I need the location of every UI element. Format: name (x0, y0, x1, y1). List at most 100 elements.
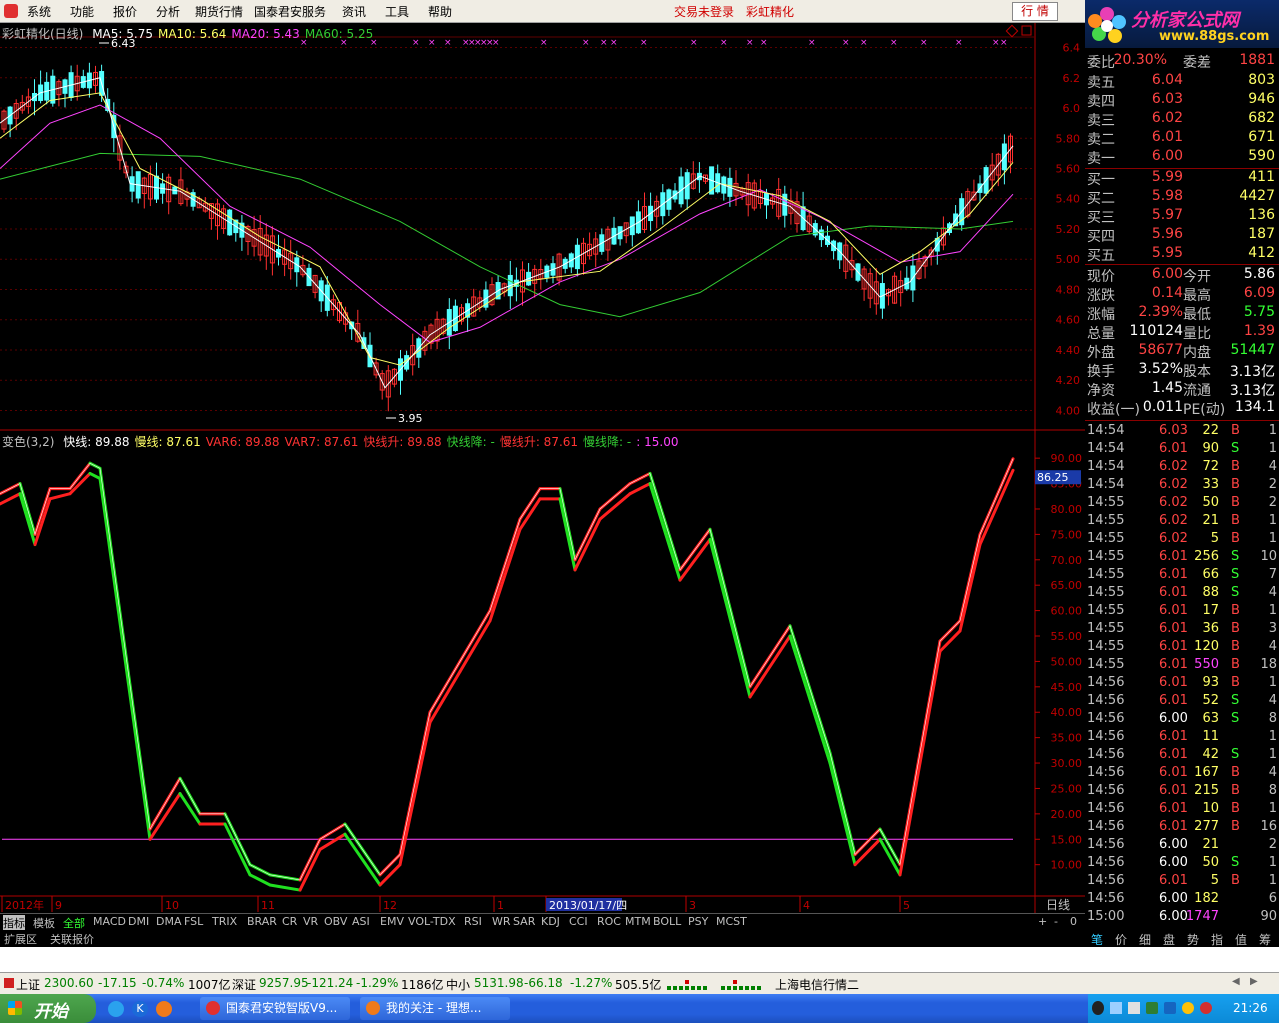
tab-dmi[interactable]: DMI (128, 915, 149, 928)
hangqing-button[interactable]: 行 情 (1012, 2, 1058, 21)
tick-row: 14:56 6.00 182 6 (1085, 891, 1279, 909)
start-button[interactable]: 开始 (0, 994, 96, 1023)
tick-count: 4 (1268, 693, 1277, 708)
x-axis-label: 4 (803, 899, 810, 912)
weibi-row: 委比 20.30% 委差 1881 (1085, 52, 1279, 71)
tray-security-icon[interactable] (1146, 1002, 1158, 1014)
tick-count: 8 (1268, 711, 1277, 726)
detail-tab[interactable]: 势 (1187, 931, 1199, 948)
menu-item-quote[interactable]: 报价 (113, 3, 137, 20)
server-name[interactable]: 上海电信行情二 (775, 976, 859, 993)
ask-row: 卖二 6.01 671 (1085, 129, 1279, 148)
tray-volume-icon[interactable] (1128, 1002, 1140, 1014)
tab-psy[interactable]: PSY (688, 915, 708, 928)
sz-percent: -1.29% (356, 976, 399, 990)
tab-mcst[interactable]: MCST (716, 915, 747, 928)
tick-side: S (1231, 711, 1240, 726)
tick-price: 6.01 (1159, 639, 1188, 654)
quote-value: 0.011 (1142, 399, 1183, 415)
task-gtja[interactable]: 国泰君安锐智版V9... (200, 997, 350, 1020)
detail-tab[interactable]: 筹 (1259, 931, 1271, 948)
menu-item-function[interactable]: 功能 (70, 3, 94, 20)
price-tick-label: 4.80 (1056, 283, 1081, 296)
tab-指标[interactable]: 指标 (3, 915, 25, 931)
tick-side: B (1231, 873, 1240, 888)
tray-network-icon[interactable] (1110, 1002, 1122, 1014)
price-tick-label: 6.4 (1063, 42, 1081, 55)
menu-item-help[interactable]: 帮助 (428, 3, 452, 20)
tab-kdj[interactable]: KDJ (541, 915, 560, 928)
tick-row: 14:56 6.01 93 B 1 (1085, 675, 1279, 693)
tab-全部[interactable]: 全部 (63, 915, 85, 931)
detail-tab[interactable]: 细 (1139, 931, 1151, 948)
tab-obv[interactable]: OBV (324, 915, 347, 928)
detail-tab[interactable]: 指 (1211, 931, 1223, 948)
scroll-left-icon[interactable]: ◀ (1232, 976, 1240, 987)
tick-side: S (1231, 855, 1240, 870)
sh-label[interactable]: 上证 (16, 976, 40, 993)
tab-emv[interactable]: EMV (380, 915, 404, 928)
menu-item-news[interactable]: 资讯 (342, 3, 366, 20)
tray-shield-icon[interactable] (1164, 1002, 1176, 1014)
tab-sar[interactable]: SAR (513, 915, 535, 928)
detail-tab[interactable]: 盘 (1163, 931, 1175, 948)
tab-dma[interactable]: DMA (156, 915, 182, 928)
tab-control-2[interactable]: 0 (1070, 915, 1077, 928)
quicklaunch-ie-icon[interactable] (108, 1001, 124, 1017)
detail-tab[interactable]: 笔 (1091, 931, 1103, 948)
task-favorites[interactable]: 我的关注 - 理想... (360, 997, 510, 1020)
quote-row: 总量 110124 量比 1.39 (1085, 323, 1279, 342)
tray-app-icon[interactable] (1200, 1002, 1212, 1014)
menu-item-service[interactable]: 国泰君安服务 (254, 3, 326, 20)
zx-label[interactable]: 中小 (446, 976, 470, 993)
detail-tab[interactable]: 价 (1115, 931, 1127, 948)
tab-roc[interactable]: ROC (597, 915, 621, 928)
weibi-label: 委比 (1087, 55, 1115, 71)
menu-item-system[interactable]: 系统 (27, 3, 51, 20)
tick-price: 6.01 (1159, 585, 1188, 600)
tick-count: 1 (1268, 855, 1277, 870)
price-tick-label: 5.00 (1056, 253, 1081, 266)
tab-related-quote[interactable]: 关联报价 (50, 931, 94, 947)
login-status[interactable]: 交易未登录 (674, 3, 734, 20)
tab-cr[interactable]: CR (282, 915, 297, 928)
tick-side: B (1231, 459, 1240, 474)
tray-qq-icon[interactable] (1092, 1001, 1104, 1015)
tab-vol-tdx[interactable]: VOL-TDX (408, 915, 456, 928)
tab-fsl[interactable]: FSL (184, 915, 203, 928)
menu-item-tools[interactable]: 工具 (385, 3, 409, 20)
tab-macd[interactable]: MACD (93, 915, 126, 928)
quote-label: 最高 (1183, 288, 1211, 304)
tab-rsi[interactable]: RSI (464, 915, 482, 928)
tab-asi[interactable]: ASI (352, 915, 370, 928)
tab-boll[interactable]: BOLL (653, 915, 681, 928)
ask-volume: 590 (1248, 148, 1275, 164)
scroll-right-icon[interactable]: ▶ (1250, 976, 1258, 987)
quote-value: 2.39% (1138, 304, 1183, 320)
quicklaunch-firefox-icon[interactable] (156, 1001, 172, 1017)
tick-time: 14:56 (1087, 783, 1125, 798)
tab-mtm[interactable]: MTM (625, 915, 651, 928)
task-gtja-label: 国泰君安锐智版V9... (226, 1001, 338, 1015)
tab-模板[interactable]: 模板 (33, 915, 55, 931)
tab-wr[interactable]: WR (492, 915, 511, 928)
tick-time: 14:56 (1087, 837, 1125, 852)
tab-control-1[interactable]: - (1054, 915, 1058, 928)
tick-price: 6.00 (1159, 891, 1188, 906)
tab-control-0[interactable]: + (1038, 915, 1047, 928)
chart-area[interactable]: 6.4 6.2 6.0 5.80 5.60 5.40 5.20 5.00 4.80 4.60 4.4… (0, 23, 1085, 913)
menu-item-futures[interactable]: 期货行情 (195, 3, 243, 20)
tab-brar[interactable]: BRAR (247, 915, 277, 928)
menu-item-analysis[interactable]: 分析 (156, 3, 180, 20)
extension-tab-bar: 扩展区 关联报价 (0, 930, 1085, 947)
period-label[interactable]: 日线 (1046, 898, 1070, 912)
tab-extension[interactable]: 扩展区 (4, 931, 37, 947)
zx-amount: 505.5亿 (615, 978, 662, 992)
tab-trix[interactable]: TRIX (212, 915, 237, 928)
tab-vr[interactable]: VR (303, 915, 318, 928)
quicklaunch-k-icon[interactable]: K (132, 1001, 148, 1017)
tray-update-icon[interactable] (1182, 1002, 1194, 1014)
tab-cci[interactable]: CCI (569, 915, 588, 928)
detail-tab[interactable]: 值 (1235, 931, 1247, 948)
sz-label[interactable]: 深证 (232, 976, 256, 993)
